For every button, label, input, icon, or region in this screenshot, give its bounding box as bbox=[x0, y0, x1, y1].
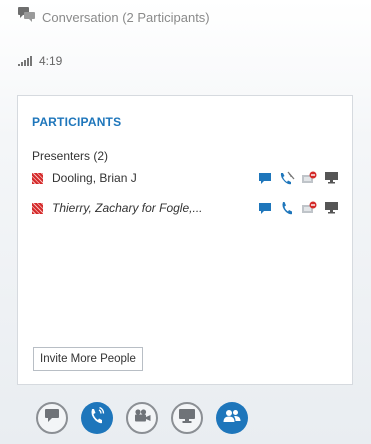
participant-modalities bbox=[254, 200, 342, 216]
phone-audio-icon bbox=[88, 406, 106, 430]
conversation-toolbar bbox=[0, 398, 371, 438]
im-icon[interactable] bbox=[254, 170, 276, 186]
signal-strength-icon bbox=[18, 56, 32, 66]
video-button[interactable] bbox=[126, 402, 158, 434]
call-status: 4:19 bbox=[18, 52, 62, 70]
desktop-icon[interactable] bbox=[320, 200, 342, 216]
monitor-icon bbox=[179, 408, 195, 428]
presence-busy-icon bbox=[32, 202, 43, 214]
participants-button[interactable] bbox=[216, 402, 248, 434]
im-button[interactable] bbox=[36, 402, 68, 434]
presence-busy-icon bbox=[32, 172, 43, 184]
video-camera-icon bbox=[134, 409, 151, 427]
participant-name: Dooling, Brian J bbox=[52, 171, 137, 185]
im-icon[interactable] bbox=[254, 200, 276, 216]
participant-row[interactable]: Dooling, Brian J bbox=[32, 169, 342, 187]
conversation-icon bbox=[18, 7, 35, 27]
phone-muted-icon[interactable] bbox=[276, 170, 298, 186]
people-icon bbox=[223, 409, 241, 428]
content-sharing-disabled-icon[interactable] bbox=[298, 170, 320, 186]
participant-row[interactable]: Thierry, Zachary for Fogle,... bbox=[32, 199, 342, 217]
desktop-icon[interactable] bbox=[320, 170, 342, 186]
call-duration: 4:19 bbox=[39, 54, 63, 68]
participants-heading: PARTICIPANTS bbox=[32, 115, 122, 129]
window-title: Conversation (2 Participants) bbox=[42, 9, 210, 25]
present-button[interactable] bbox=[171, 402, 203, 434]
participant-modalities bbox=[254, 170, 342, 186]
participants-panel: PARTICIPANTS Presenters (2) Dooling, Bri… bbox=[17, 95, 353, 385]
call-button[interactable] bbox=[81, 402, 113, 434]
window-title-bar: Conversation (2 Participants) bbox=[18, 6, 210, 28]
presenters-heading: Presenters (2) bbox=[32, 149, 109, 163]
invite-more-people-button[interactable]: Invite More People bbox=[33, 347, 143, 371]
phone-icon[interactable] bbox=[276, 200, 298, 216]
content-sharing-disabled-icon[interactable] bbox=[298, 200, 320, 216]
participant-name: Thierry, Zachary for Fogle,... bbox=[52, 201, 203, 215]
chat-bubble-icon bbox=[45, 409, 59, 427]
